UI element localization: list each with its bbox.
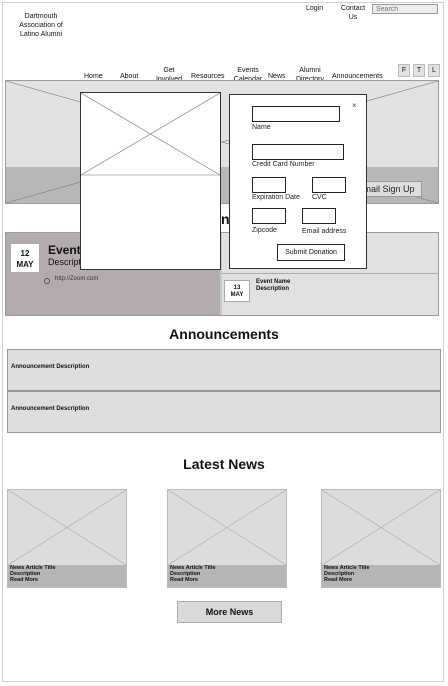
credit-card-field[interactable]: [252, 144, 344, 160]
email-field[interactable]: [302, 208, 336, 224]
event2-day: 13: [233, 285, 241, 291]
close-icon[interactable]: ×: [352, 101, 357, 110]
cvc-label: CVC: [312, 194, 327, 201]
announcement-item[interactable]: Announcement Description: [7, 349, 441, 391]
news-heading: Latest News: [183, 456, 265, 472]
news-caption: News Article Title Description Read More: [170, 565, 216, 583]
expiration-field[interactable]: [252, 177, 286, 193]
event2-info[interactable]: Event Name Description: [256, 279, 290, 293]
event-title: Event: [48, 243, 81, 257]
news-caption: News Article Title Description Read More: [10, 565, 56, 583]
name-field[interactable]: [252, 106, 340, 122]
announcements-heading: Announcements: [169, 326, 279, 342]
news-card[interactable]: News Article Title Description Read More: [7, 489, 127, 588]
credit-card-label: Credit Card Number: [252, 161, 315, 168]
news-caption: News Article Title Description Read More: [324, 565, 370, 583]
announcement-item[interactable]: Announcement Description: [7, 391, 441, 433]
event-date-badge: 12 MAY: [10, 243, 40, 273]
read-more-link[interactable]: Read More: [324, 577, 370, 583]
contact-link[interactable]: Contact Us: [338, 4, 368, 22]
event2-description: Description: [256, 286, 290, 292]
expiration-label: Expiration Date: [252, 194, 300, 201]
linkedin-icon[interactable]: L: [428, 64, 440, 77]
news-image-placeholder: [8, 490, 126, 565]
zipcode-field[interactable]: [252, 208, 286, 224]
zipcode-label: Zipcode: [252, 227, 277, 234]
cvc-field[interactable]: [312, 177, 346, 193]
event-day: 12: [20, 249, 30, 258]
announcement-description: Announcement Description: [11, 406, 90, 412]
event-link[interactable]: http://Zoom.com: [55, 276, 98, 282]
news-image-placeholder: [322, 490, 440, 565]
email-label: Email address: [302, 228, 347, 235]
login-link[interactable]: Login: [306, 4, 323, 13]
placeholder-image: [80, 92, 221, 176]
facebook-icon[interactable]: F: [398, 64, 410, 77]
name-label: Name: [252, 124, 271, 131]
submit-donation-button[interactable]: Submit Donation: [277, 244, 345, 261]
event-description: Descript: [48, 257, 82, 267]
news-card[interactable]: News Article Title Description Read More: [321, 489, 441, 588]
event2-name: Event Name: [256, 279, 291, 285]
site-logo[interactable]: Dartmouth Association of Latino Alumni: [12, 12, 70, 39]
event2-month: MAY: [230, 292, 244, 298]
announcement-description: Announcement Description: [11, 364, 90, 370]
location-icon: [44, 278, 50, 284]
read-more-link[interactable]: Read More: [10, 577, 56, 583]
news-image-placeholder: [168, 490, 286, 565]
twitter-icon[interactable]: T: [413, 64, 425, 77]
more-news-button[interactable]: More News: [177, 601, 282, 623]
news-card[interactable]: News Article Title Description Read More: [167, 489, 287, 588]
image-placeholder-box: [80, 92, 221, 270]
event-month: MAY: [16, 260, 34, 269]
search-input[interactable]: [372, 4, 438, 14]
read-more-link[interactable]: Read More: [170, 577, 216, 583]
event2-date-badge: 13 MAY: [224, 280, 250, 302]
event-divider: [222, 273, 438, 274]
events-section: 12 MAY Event Descript http://Zoom.com: [5, 232, 439, 316]
